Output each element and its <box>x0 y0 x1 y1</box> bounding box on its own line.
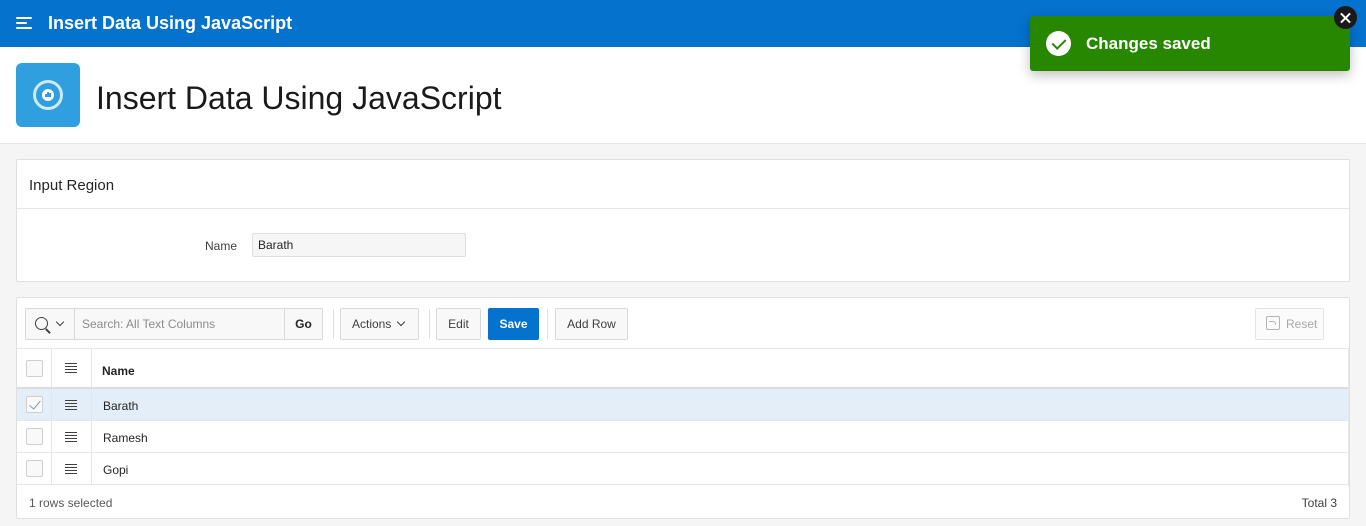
region-header: Input Region <box>17 160 1349 209</box>
toolbar-divider <box>333 309 334 339</box>
success-toast: Changes saved <box>1030 16 1350 71</box>
row-selector-checkbox[interactable] <box>26 460 43 477</box>
cell-name[interactable]: Ramesh <box>103 431 148 445</box>
row-actions-header-icon <box>65 363 77 374</box>
search-bar: Go <box>25 308 323 340</box>
chart-icon <box>16 63 80 127</box>
toolbar-divider <box>429 309 430 339</box>
search-column-button[interactable] <box>26 309 75 339</box>
row-selector-checkbox[interactable] <box>26 396 43 413</box>
name-label: Name <box>205 239 238 253</box>
selection-count: 1 rows selected <box>29 496 113 510</box>
table-row[interactable]: Barath <box>17 389 1349 421</box>
menu-icon[interactable] <box>16 16 32 30</box>
toast-message: Changes saved <box>1086 34 1211 53</box>
row-actions-menu-icon[interactable] <box>65 464 77 475</box>
save-button[interactable]: Save <box>488 308 539 340</box>
app-title[interactable]: Insert Data Using JavaScript <box>48 13 292 34</box>
row-actions-menu-icon[interactable] <box>65 432 77 443</box>
go-button[interactable]: Go <box>284 309 322 339</box>
reset-button[interactable]: Reset <box>1255 308 1324 340</box>
table-row[interactable]: Ramesh <box>17 421 1349 453</box>
column-header-name[interactable]: Name <box>102 364 135 378</box>
total-count: Total 3 <box>1301 496 1337 510</box>
row-selector-checkbox[interactable] <box>26 428 43 445</box>
cell-name[interactable]: Gopi <box>103 463 128 477</box>
page-title: Insert Data Using JavaScript <box>96 80 502 116</box>
select-all-checkbox[interactable] <box>26 360 43 377</box>
edit-button[interactable]: Edit <box>436 308 481 340</box>
interactive-grid: Go Actions Edit Save Add Row Reset Name <box>16 297 1350 519</box>
table-row[interactable]: Gopi <box>17 453 1349 485</box>
name-field[interactable] <box>252 233 466 257</box>
close-icon[interactable] <box>1334 6 1357 29</box>
search-input[interactable] <box>75 309 284 339</box>
chevron-down-icon <box>55 317 65 327</box>
check-circle-icon <box>1046 31 1071 56</box>
region-title: Input Region <box>29 177 115 194</box>
row-actions-menu-icon[interactable] <box>65 400 77 411</box>
input-region: Input Region Name <box>16 159 1350 282</box>
grid-header-row: Name <box>17 348 1349 389</box>
toolbar-divider <box>547 309 548 339</box>
add-row-button[interactable]: Add Row <box>555 308 628 340</box>
undo-icon <box>1266 316 1280 330</box>
actions-menu-button[interactable]: Actions <box>340 308 419 340</box>
cell-name[interactable]: Barath <box>103 399 138 413</box>
